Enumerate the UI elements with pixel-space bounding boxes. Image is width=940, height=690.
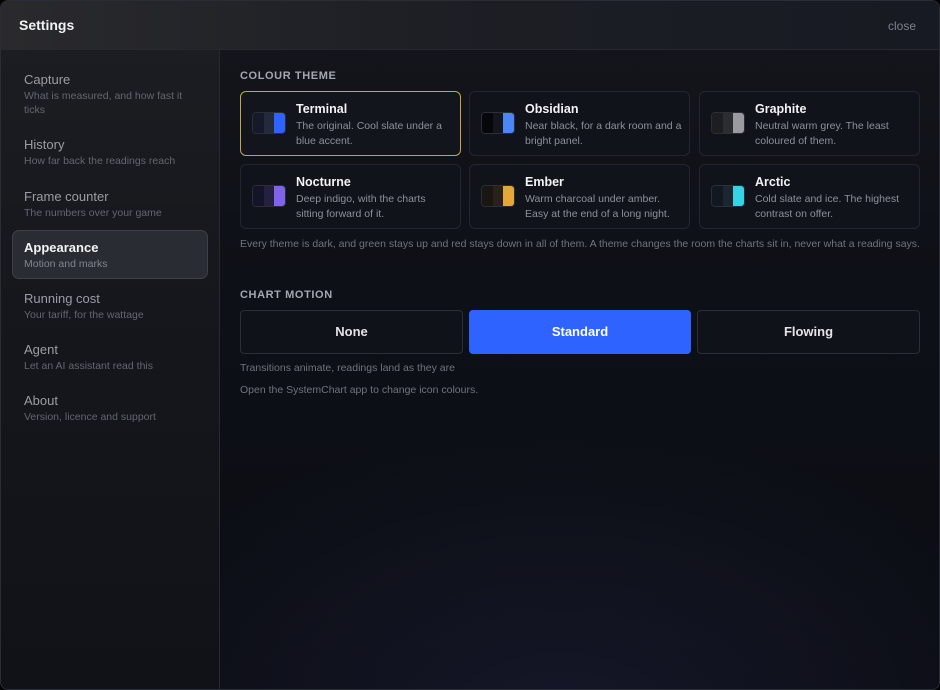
theme-card-graphite[interactable]: Graphite Neutral warm grey. The least co… [699,91,920,156]
theme-swatch [711,112,745,134]
sidebar-item-appearance[interactable]: Appearance Motion and marks [12,230,208,279]
theme-description: Cold slate and ice. The highest contrast… [755,193,899,220]
sidebar-item-frame-counter[interactable]: Frame counter The numbers over your game [12,189,208,220]
theme-description: The original. Cool slate under a blue ac… [296,120,442,147]
theme-description: Deep indigo, with the charts sitting for… [296,193,426,220]
theme-name: Terminal [296,102,348,116]
sidebar-item-label: About [24,393,58,408]
sidebar-item-about[interactable]: About Version, licence and support [12,393,208,424]
sidebar-item-running-cost[interactable]: Running cost Your tariff, for the wattag… [12,291,208,322]
theme-name: Nocturne [296,175,351,189]
settings-sidebar: Capture What is measured, and how fast i… [1,50,220,689]
theme-name: Obsidian [525,102,579,116]
theme-description: Near black, for a dark room and a bright… [525,120,682,147]
theme-name: Ember [525,175,564,189]
theme-name: Graphite [755,102,807,116]
sidebar-item-label: Running cost [24,291,100,306]
theme-card-obsidian[interactable]: Obsidian Near black, for a dark room and… [469,91,690,156]
settings-window: Settings close Capture What is measured,… [0,0,940,690]
theme-swatch [711,185,745,207]
sidebar-item-description: Version, licence and support [24,411,156,423]
chart-motion-note: Transitions animate, readings land as th… [240,362,455,374]
sidebar-item-label: Frame counter [24,189,109,204]
theme-description: Neutral warm grey. The least coloured of… [755,120,889,147]
title-bar: Settings close [1,1,939,50]
theme-swatch [481,185,515,207]
sidebar-item-history[interactable]: History How far back the readings reach [12,137,208,168]
motion-option-standard[interactable]: Standard [469,310,691,354]
sidebar-item-label: Agent [24,342,58,357]
sidebar-item-label: Appearance [24,240,99,255]
sidebar-item-capture[interactable]: Capture What is measured, and how fast i… [12,72,208,117]
sidebar-item-label: History [24,137,65,152]
icon-colour-hint: Open the SystemChart app to change icon … [240,384,479,396]
theme-swatch [252,185,286,207]
sidebar-item-description: Your tariff, for the wattage [24,309,144,321]
window-title: Settings [19,17,75,33]
motion-option-flowing[interactable]: Flowing [697,310,920,354]
theme-name: Arctic [755,175,791,189]
chart-motion-heading: CHART MOTION [240,289,333,301]
theme-description: Warm charcoal under amber. Easy at the e… [525,193,670,220]
theme-card-arctic[interactable]: Arctic Cold slate and ice. The highest c… [699,164,920,229]
motion-option-none[interactable]: None [240,310,463,354]
colour-theme-heading: COLOUR THEME [240,70,337,82]
sidebar-item-description: How far back the readings reach [24,155,176,167]
theme-card-nocturne[interactable]: Nocturne Deep indigo, with the charts si… [240,164,461,229]
appearance-panel: COLOUR THEME Terminal The original. Cool… [220,50,939,689]
close-button[interactable]: close [888,19,916,33]
sidebar-item-description: The numbers over your game [24,207,162,219]
theme-card-terminal[interactable]: Terminal The original. Cool slate under … [240,91,461,156]
sidebar-item-description: Let an AI assistant read this [24,360,153,372]
colour-theme-note: Every theme is dark, and green stays up … [240,238,920,250]
theme-swatch [252,112,286,134]
sidebar-item-description: Motion and marks [24,258,108,270]
sidebar-item-description: What is measured, and how fast it ticks [24,90,183,116]
theme-swatch [481,112,515,134]
sidebar-item-agent[interactable]: Agent Let an AI assistant read this [12,342,208,373]
sidebar-item-label: Capture [24,72,71,87]
theme-card-ember[interactable]: Ember Warm charcoal under amber. Easy at… [469,164,690,229]
